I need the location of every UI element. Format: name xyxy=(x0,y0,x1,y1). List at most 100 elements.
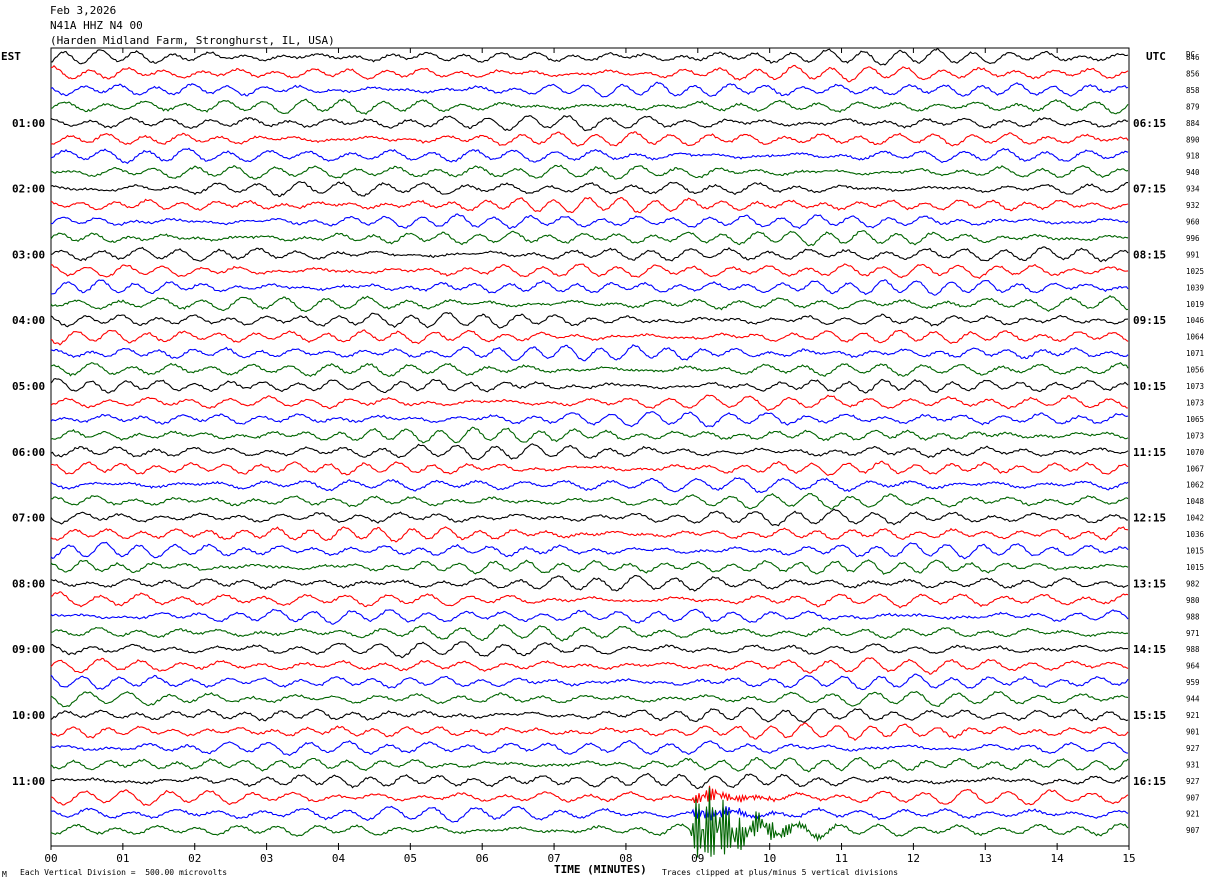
x-tick-label: 03 xyxy=(260,852,273,865)
dc-offset-label: 907 xyxy=(1186,793,1200,802)
seismic-trace-15 xyxy=(50,295,1129,313)
seismic-trace-14 xyxy=(50,279,1129,296)
seismic-trace-4 xyxy=(50,115,1128,132)
dc-offset-label: 1015 xyxy=(1186,547,1204,556)
seismic-trace-10 xyxy=(51,213,1129,230)
dc-offset-label: 1042 xyxy=(1186,514,1204,523)
dc-offset-label: 991 xyxy=(1186,250,1200,259)
x-tick-label: 05 xyxy=(404,852,417,865)
seismic-trace-45 xyxy=(50,785,1129,807)
left-hour-label: 05:00 xyxy=(12,380,45,393)
left-hour-label: 11:00 xyxy=(12,775,45,788)
dc-offset-label: 1048 xyxy=(1186,497,1205,506)
right-hour-label: 10:15 xyxy=(1133,380,1166,393)
dc-offset-label: 1073 xyxy=(1186,382,1204,391)
dc-offset-label: 1015 xyxy=(1186,563,1204,572)
seismic-trace-3 xyxy=(50,98,1129,116)
right-hour-label: 16:15 xyxy=(1133,775,1166,788)
dc-offset-label: 1056 xyxy=(1186,366,1205,375)
dc-offset-label: 1071 xyxy=(1186,349,1204,358)
x-tick-label: 04 xyxy=(332,852,346,865)
seismic-trace-13 xyxy=(50,263,1129,279)
seismic-trace-5 xyxy=(50,131,1129,147)
seismic-trace-28 xyxy=(50,508,1128,527)
seismic-trace-41 xyxy=(50,722,1129,741)
seismogram-plot: 00 01 02 03 04 05 06 07 08 09 10 11 12 13 14 1584685685… xyxy=(12,47,1205,865)
seismic-trace-18 xyxy=(50,344,1129,362)
dc-offset-label: 931 xyxy=(1186,760,1200,769)
seismic-trace-32 xyxy=(50,574,1129,592)
dc-offset-label: 980 xyxy=(1186,596,1200,605)
dc-offset-label: 921 xyxy=(1186,810,1200,819)
dc-offset-label: 1067 xyxy=(1186,464,1204,473)
right-hour-label: 14:15 xyxy=(1133,643,1166,656)
seismic-trace-24 xyxy=(50,443,1129,461)
seismic-trace-8 xyxy=(50,181,1128,198)
dc-offset-label: 934 xyxy=(1186,185,1200,194)
x-tick-label: 00 xyxy=(44,852,57,865)
seismic-trace-11 xyxy=(50,230,1129,247)
seismic-trace-1 xyxy=(50,64,1129,83)
dc-offset-label: 1036 xyxy=(1186,530,1205,539)
dc-offset-label: 971 xyxy=(1186,629,1200,638)
left-hour-label: 10:00 xyxy=(12,709,45,722)
left-hour-label: 08:00 xyxy=(12,577,45,590)
right-hour-label: 15:15 xyxy=(1133,709,1166,722)
seismic-trace-42 xyxy=(50,740,1129,757)
dc-offset-label: 1064 xyxy=(1186,333,1205,342)
seismic-trace-33 xyxy=(50,591,1129,609)
seismic-trace-26 xyxy=(50,477,1129,493)
dc-offset-label: 982 xyxy=(1186,579,1200,588)
seismic-trace-43 xyxy=(50,757,1129,773)
dc-offset-label: 890 xyxy=(1186,135,1200,144)
seismic-trace-23 xyxy=(50,426,1129,444)
seismic-trace-7 xyxy=(50,164,1129,180)
x-axis-title: TIME (MINUTES) xyxy=(554,863,647,876)
plot-frame xyxy=(50,47,1130,847)
x-tick-label: 02 xyxy=(188,852,201,865)
vertical-division-scale: Each Vertical Division = 500.00 microvol… xyxy=(20,868,228,877)
seismic-trace-21 xyxy=(50,394,1129,412)
seismic-trace-36 xyxy=(50,641,1128,659)
dc-offset-label: 927 xyxy=(1186,777,1200,786)
dc-offset-label: 1073 xyxy=(1186,431,1204,440)
seismic-trace-35 xyxy=(50,623,1129,642)
dc-offset-label: 944 xyxy=(1186,695,1200,704)
left-hour-label: 07:00 xyxy=(12,512,45,525)
seismic-trace-30 xyxy=(50,541,1129,560)
dc-offset-label: 879 xyxy=(1186,102,1200,111)
dc-offset-label: 1025 xyxy=(1186,267,1204,276)
dc-offset-label: 921 xyxy=(1186,711,1200,720)
seismic-trace-20 xyxy=(50,378,1129,394)
dc-offset-label: 1065 xyxy=(1186,415,1204,424)
seismic-trace-17 xyxy=(50,329,1129,346)
x-tick-label: 15 xyxy=(1122,852,1135,865)
dc-offset-label: 1062 xyxy=(1186,481,1204,490)
seismic-trace-39 xyxy=(50,690,1129,708)
dc-offset-label: 988 xyxy=(1186,612,1200,621)
seismic-trace-2 xyxy=(50,81,1129,98)
left-hour-label: 06:00 xyxy=(12,446,45,459)
dc-offset-label: 940 xyxy=(1186,168,1200,177)
seismic-trace-0 xyxy=(50,47,1129,66)
seismic-trace-16 xyxy=(50,312,1129,329)
dc-offset-label: 988 xyxy=(1186,645,1200,654)
dc-offset-label: 932 xyxy=(1186,201,1200,210)
dc-offset-label: 927 xyxy=(1186,744,1200,753)
dc-offset-label: 901 xyxy=(1186,727,1200,736)
seismic-trace-25 xyxy=(50,460,1129,477)
x-tick-label: 12 xyxy=(907,852,920,865)
x-tick-label: 14 xyxy=(1051,852,1065,865)
left-hour-label: 02:00 xyxy=(12,183,45,196)
seismic-trace-47 xyxy=(50,787,1129,858)
dc-offset-label: 1039 xyxy=(1186,283,1204,292)
dc-offset-label: 1019 xyxy=(1186,300,1204,309)
dc-offset-label: 959 xyxy=(1186,678,1200,687)
right-hour-label: 07:15 xyxy=(1133,183,1166,196)
dc-offset-label: 907 xyxy=(1186,826,1200,835)
clip-note: Traces clipped at plus/minus 5 vertical … xyxy=(662,868,899,877)
seismic-trace-38 xyxy=(50,673,1129,691)
dc-offset-label: 964 xyxy=(1186,662,1200,671)
left-hour-label: 04:00 xyxy=(12,314,45,327)
dc-offset-label: 918 xyxy=(1186,152,1200,161)
